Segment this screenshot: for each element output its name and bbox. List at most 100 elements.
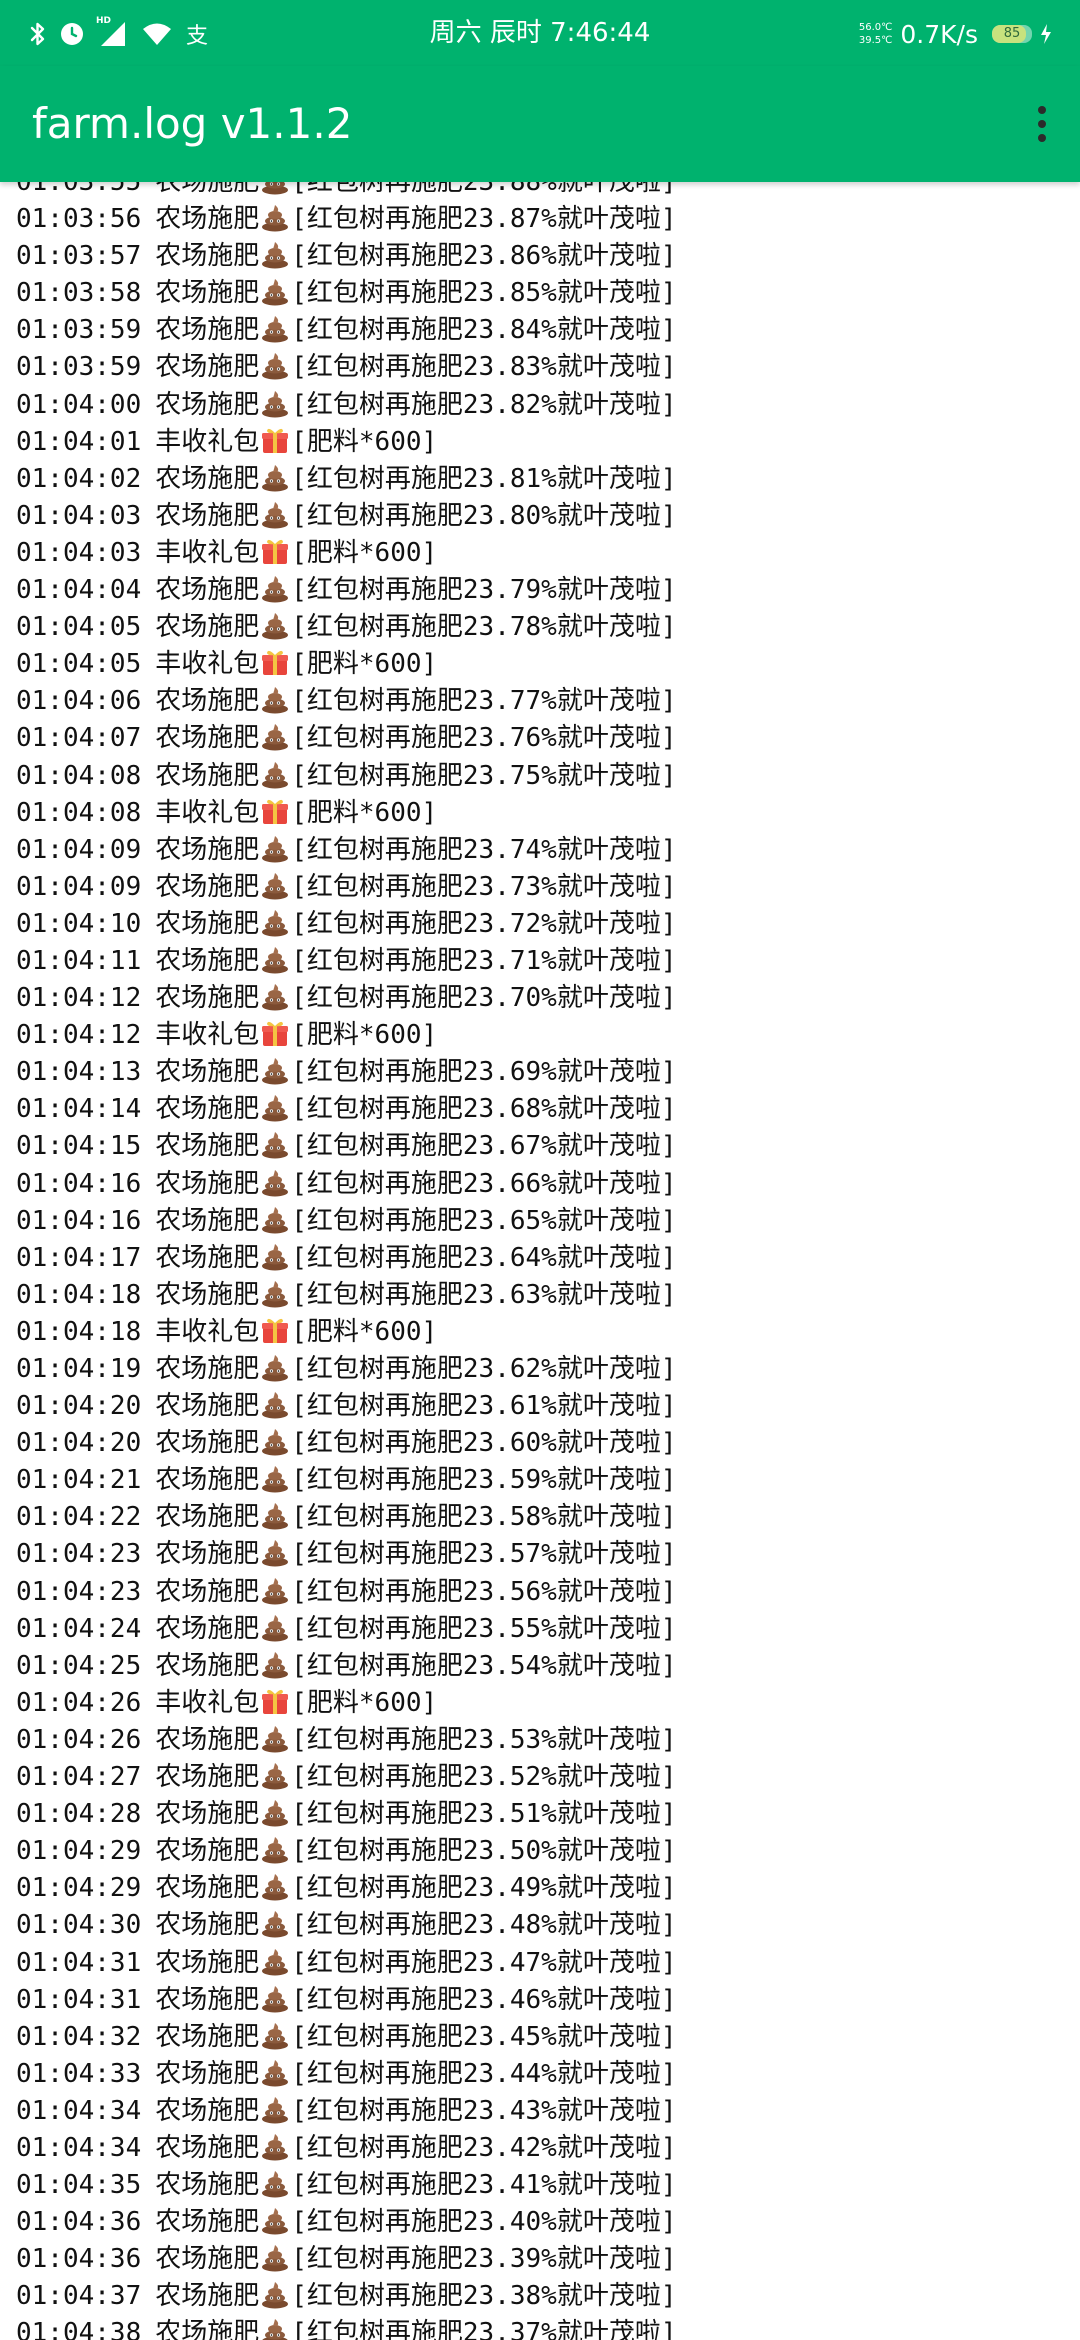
log-row: 01:04:06 农场施肥 [红包树再施肥23.77%就叶茂啦] <box>16 683 676 720</box>
log-message: [红包树再施肥23.55%就叶茂啦] <box>291 1613 677 1644</box>
log-event: 农场施肥 <box>155 1465 260 1496</box>
log-timestamp: 01:04:09 <box>16 871 142 902</box>
log-timestamp: 01:04:38 <box>16 2318 142 2340</box>
log-event: 农场施肥 <box>155 1576 260 1607</box>
log-event: 农场施肥 <box>155 241 260 272</box>
poop-icon <box>259 609 291 646</box>
poop-icon <box>259 906 291 943</box>
log-timestamp: 01:04:36 <box>16 2207 142 2238</box>
poop-icon <box>259 720 291 757</box>
log-message: [肥料*600] <box>291 797 438 828</box>
log-timestamp: 01:04:14 <box>16 1094 142 1125</box>
log-timestamp: 01:04:30 <box>16 1910 142 1941</box>
log-event: 农场施肥 <box>155 945 260 976</box>
log-event: 农场施肥 <box>155 983 260 1014</box>
log-timestamp: 01:04:04 <box>16 575 142 606</box>
log-view[interactable]: 01:03:55 农场施肥 [红包树再施肥23.88%就叶茂啦] 01:03:56 农场… <box>0 182 1080 2340</box>
log-timestamp: 01:03:58 <box>16 278 142 309</box>
log-timestamp: 01:04:20 <box>16 1428 142 1459</box>
log-message: [红包树再施肥23.64%就叶茂啦] <box>291 1242 677 1273</box>
log-event: 农场施肥 <box>155 612 260 643</box>
log-row: 01:04:37 农场施肥 [红包树再施肥23.38%就叶茂啦] <box>16 2278 676 2315</box>
log-message: [红包树再施肥23.80%就叶茂啦] <box>291 500 677 531</box>
log-event: 农场施肥 <box>155 315 260 346</box>
log-row: 01:04:02 农场施肥 [红包树再施肥23.81%就叶茂啦] <box>16 461 676 498</box>
log-message: [红包树再施肥23.52%就叶茂啦] <box>291 1762 677 1793</box>
log-timestamp: 01:04:33 <box>16 2058 142 2089</box>
log-row: 01:04:04 农场施肥 [红包树再施肥23.79%就叶茂啦] <box>16 572 676 609</box>
log-timestamp: 01:04:29 <box>16 1836 142 1867</box>
log-timestamp: 01:04:34 <box>16 2095 142 2126</box>
log-message: [红包树再施肥23.54%就叶茂啦] <box>291 1650 677 1681</box>
poop-icon <box>259 461 291 498</box>
poop-icon <box>259 980 291 1017</box>
log-row: 01:04:24 农场施肥 [红包树再施肥23.55%就叶茂啦] <box>16 1611 676 1648</box>
log-row-partial: 01:03:55 农场施肥 [红包树再施肥23.88%就叶茂啦] <box>16 182 676 201</box>
log-event: 农场施肥 <box>155 686 260 717</box>
log-message: [红包树再施肥23.77%就叶茂啦] <box>291 686 677 717</box>
log-event: 丰收礼包 <box>155 1316 260 1347</box>
log-event: 农场施肥 <box>155 1799 260 1830</box>
gift-icon <box>259 535 291 572</box>
poop-icon <box>259 1203 291 1240</box>
poop-icon <box>259 1462 291 1499</box>
log-message: [红包树再施肥23.43%就叶茂啦] <box>291 2095 677 2126</box>
log-timestamp: 01:04:22 <box>16 1502 142 1533</box>
log-row: 01:04:12 丰收礼包 [肥料*600] <box>16 1017 676 1054</box>
poop-icon <box>259 2204 291 2241</box>
poop-icon <box>259 2019 291 2056</box>
log-timestamp: 01:04:02 <box>16 463 142 494</box>
log-row: 01:04:05 丰收礼包 [肥料*600] <box>16 646 676 683</box>
poop-icon <box>259 1128 291 1165</box>
log-message: [肥料*600] <box>291 1316 438 1347</box>
poop-icon <box>259 2315 291 2340</box>
menu-dot <box>1038 134 1046 142</box>
log-event: 农场施肥 <box>155 760 260 791</box>
log-timestamp: 01:04:08 <box>16 760 142 791</box>
log-message: [红包树再施肥23.79%就叶茂啦] <box>291 575 677 606</box>
poop-icon <box>259 1574 291 1611</box>
log-event: 农场施肥 <box>155 1836 260 1867</box>
log-timestamp: 01:04:26 <box>16 1687 142 1718</box>
log-event: 农场施肥 <box>155 2095 260 2126</box>
gift-icon <box>259 1685 291 1722</box>
log-row: 01:04:23 农场施肥 [红包树再施肥23.57%就叶茂啦] <box>16 1536 676 1573</box>
log-event: 农场施肥 <box>155 908 260 939</box>
log-row: 01:04:07 农场施肥 [红包树再施肥23.76%就叶茂啦] <box>16 720 676 757</box>
log-message: [红包树再施肥23.72%就叶茂啦] <box>291 908 677 939</box>
log-event: 农场施肥 <box>155 2318 260 2340</box>
log-row: 01:04:21 农场施肥 [红包树再施肥23.59%就叶茂啦] <box>16 1462 676 1499</box>
log-row: 01:04:14 农场施肥 [红包树再施肥23.68%就叶茂啦] <box>16 1091 676 1128</box>
log-message: [红包树再施肥23.59%就叶茂啦] <box>291 1465 677 1496</box>
log-timestamp: 01:04:05 <box>16 649 142 680</box>
log-event: 农场施肥 <box>155 1762 260 1793</box>
log-message: [红包树再施肥23.62%就叶茂啦] <box>291 1354 677 1384</box>
log-row: 01:03:59 农场施肥 [红包树再施肥23.83%就叶茂啦] <box>16 349 676 386</box>
temp-top: 56.0℃ <box>858 22 893 33</box>
poop-icon <box>259 2241 291 2278</box>
log-message: [红包树再施肥23.63%就叶茂啦] <box>291 1279 677 1310</box>
log-row: 01:04:18 丰收礼包 [肥料*600] <box>16 1314 676 1351</box>
log-row: 01:04:20 农场施肥 [红包树再施肥23.60%就叶茂啦] <box>16 1425 676 1462</box>
log-event: 农场施肥 <box>155 1354 260 1384</box>
log-timestamp: 01:04:19 <box>16 1354 142 1384</box>
log-event: 农场施肥 <box>155 1168 260 1199</box>
poop-icon <box>259 832 291 869</box>
log-event: 农场施肥 <box>155 1539 260 1570</box>
log-row: 01:04:26 农场施肥 [红包树再施肥23.53%就叶茂啦] <box>16 1722 676 1759</box>
log-row: 01:03:58 农场施肥 [红包树再施肥23.85%就叶茂啦] <box>16 275 676 312</box>
log-row: 01:04:31 农场施肥 [红包树再施肥23.46%就叶茂啦] <box>16 1982 676 2019</box>
log-timestamp: 01:04:03 <box>16 537 142 568</box>
log-message: [红包树再施肥23.86%就叶茂啦] <box>291 241 677 272</box>
log-message: [红包树再施肥23.84%就叶茂啦] <box>291 315 677 346</box>
log-message: [红包树再施肥23.65%就叶茂啦] <box>291 1205 677 1236</box>
log-event: 农场施肥 <box>155 1947 260 1978</box>
log-message: [红包树再施肥23.81%就叶茂啦] <box>291 463 677 494</box>
log-message: [红包树再施肥23.70%就叶茂啦] <box>291 983 677 1014</box>
overflow-menu-icon[interactable] <box>1022 94 1062 154</box>
log-event: 农场施肥 <box>155 1502 260 1533</box>
log-row: 01:04:00 农场施肥 [红包树再施肥23.82%就叶茂啦] <box>16 387 676 424</box>
log-event: 农场施肥 <box>155 2058 260 2089</box>
log-row: 01:04:33 农场施肥 [红包树再施肥23.44%就叶茂啦] <box>16 2056 676 2093</box>
log-event: 农场施肥 <box>155 2021 260 2052</box>
